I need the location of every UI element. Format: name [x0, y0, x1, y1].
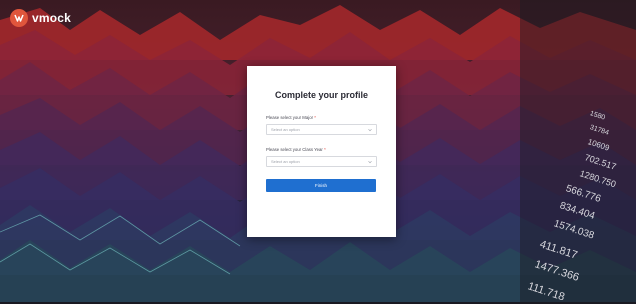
major-label: Please select your Major * [266, 115, 316, 120]
brand-logo[interactable]: vmock [10, 9, 71, 27]
major-select[interactable]: Select an option [266, 124, 377, 135]
class-year-select-value: Select an option [271, 159, 300, 164]
major-select-value: Select an option [271, 127, 300, 132]
finish-button[interactable]: Finish [266, 179, 376, 192]
class-year-select[interactable]: Select an option [266, 156, 377, 167]
required-mark: * [314, 115, 316, 120]
vmock-logo-icon [10, 9, 28, 27]
required-mark: * [324, 147, 326, 152]
profile-card: Complete your profile Please select your… [247, 66, 396, 237]
brand-name: vmock [32, 11, 72, 25]
chevron-down-icon [368, 128, 372, 132]
chevron-down-icon [368, 160, 372, 164]
page-title: Complete your profile [274, 90, 368, 100]
class-year-label: Please select your Class Year * [266, 147, 326, 152]
